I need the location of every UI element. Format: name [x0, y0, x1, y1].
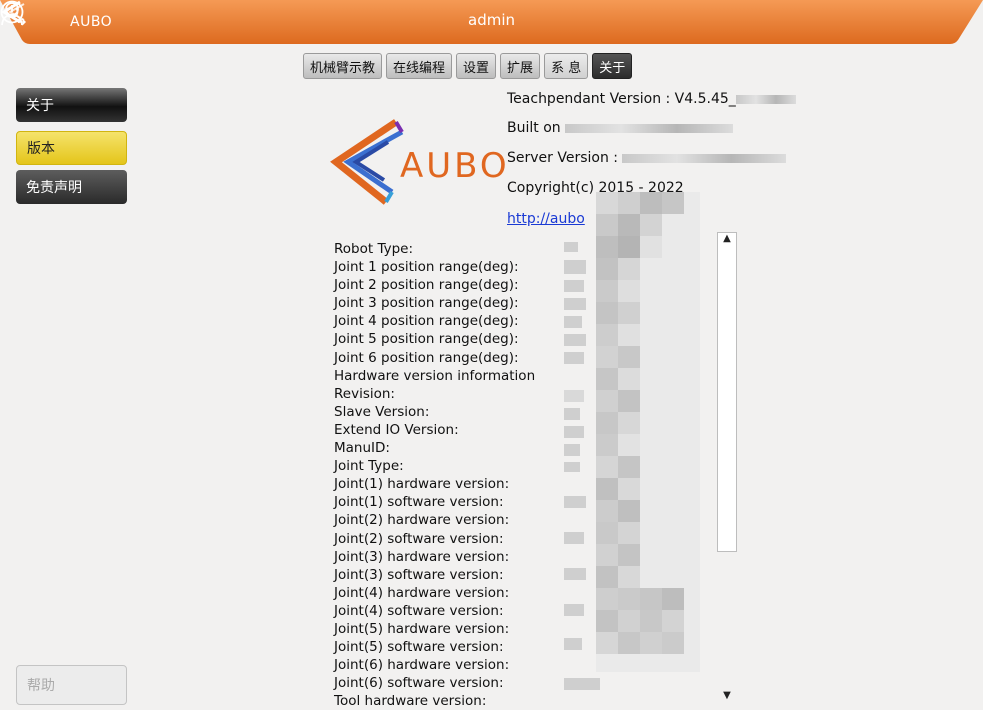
scroll-down-icon[interactable]: ▼	[717, 690, 737, 706]
list-item: Joint 3 position range(deg):	[334, 295, 519, 312]
list-item: Joint(3) hardware version:	[334, 548, 510, 565]
list-item: Joint 2 position range(deg):	[334, 277, 519, 294]
tab-robot-teach[interactable]: 机械臂示教	[303, 53, 383, 79]
current-user: admin	[468, 11, 515, 29]
tab-about[interactable]: 关于	[592, 53, 633, 79]
sidebar-item-version[interactable]: 版本	[16, 131, 127, 165]
list-item: Extend IO Version:	[334, 421, 459, 438]
list-item: Joint(1) software version:	[334, 494, 504, 511]
redacted-value	[735, 94, 796, 104]
title-bar: AUBO admin	[0, 0, 983, 44]
sidebar-header-about: 关于	[16, 88, 127, 122]
scrollbar-track[interactable]	[717, 232, 737, 552]
list-item: Tool hardware version:	[334, 693, 487, 710]
built-on: Built on	[507, 120, 734, 136]
list-item: Joint(2) software version:	[334, 530, 504, 547]
list-item: Joint(1) hardware version:	[334, 476, 510, 493]
sidebar-item-disclaimer[interactable]: 免责声明	[16, 170, 127, 204]
server-version-text: Server Version :	[507, 150, 619, 166]
website-link[interactable]: http://aubo	[507, 211, 585, 227]
list-item: Hardware version information	[334, 367, 536, 384]
tab-settings[interactable]: 设置	[456, 53, 497, 79]
redacted-value	[565, 123, 734, 133]
redaction-mosaic	[596, 192, 700, 672]
list-item: Joint(4) hardware version:	[334, 584, 510, 601]
help-button[interactable]: 帮助	[16, 665, 127, 705]
logo-brand-text: AUBO	[400, 146, 510, 186]
list-item: Robot Type:	[334, 241, 414, 257]
list-item: Joint 5 position range(deg):	[334, 331, 519, 348]
tab-online-programming[interactable]: 在线编程	[386, 53, 453, 79]
list-item: Joint(6) hardware version:	[334, 657, 510, 674]
list-item: Joint(5) software version:	[334, 639, 504, 656]
scroll-up-icon[interactable]: ▲	[717, 233, 737, 249]
tab-system-info[interactable]: 系 息	[544, 53, 589, 79]
teachpendant-version-text: Teachpendant Version : V4.5.45_	[507, 91, 736, 107]
aubo-logo-large-icon	[330, 119, 404, 205]
list-item: Joint(5) hardware version:	[334, 620, 510, 637]
list-item: Joint(3) software version:	[334, 566, 504, 583]
list-item: Joint(2) hardware version:	[334, 512, 510, 529]
list-item: Revision:	[334, 385, 395, 402]
list-item: Joint(6) software version:	[334, 675, 504, 692]
server-version: Server Version :	[507, 150, 787, 166]
redacted-value	[622, 153, 787, 163]
list-item: ManuID:	[334, 440, 390, 457]
list-item: Joint 6 position range(deg):	[334, 349, 519, 366]
teachpendant-version: Teachpendant Version : V4.5.45_	[507, 91, 796, 107]
list-item: Joint Type:	[334, 458, 404, 475]
main-tabs: 机械臂示教 在线编程 设置 扩展 系 息 关于	[303, 53, 633, 79]
list-item: Joint(4) software version:	[334, 602, 504, 619]
built-on-text: Built on	[507, 120, 561, 136]
list-item: Joint 1 position range(deg):	[334, 259, 519, 276]
robot-info-list: Robot Type: Joint 1 position range(deg):…	[334, 240, 535, 710]
power-icon[interactable]	[0, 0, 24, 24]
tab-extensions[interactable]: 扩展	[500, 53, 541, 79]
list-item: Slave Version:	[334, 403, 430, 420]
list-item: Joint 4 position range(deg):	[334, 313, 519, 330]
